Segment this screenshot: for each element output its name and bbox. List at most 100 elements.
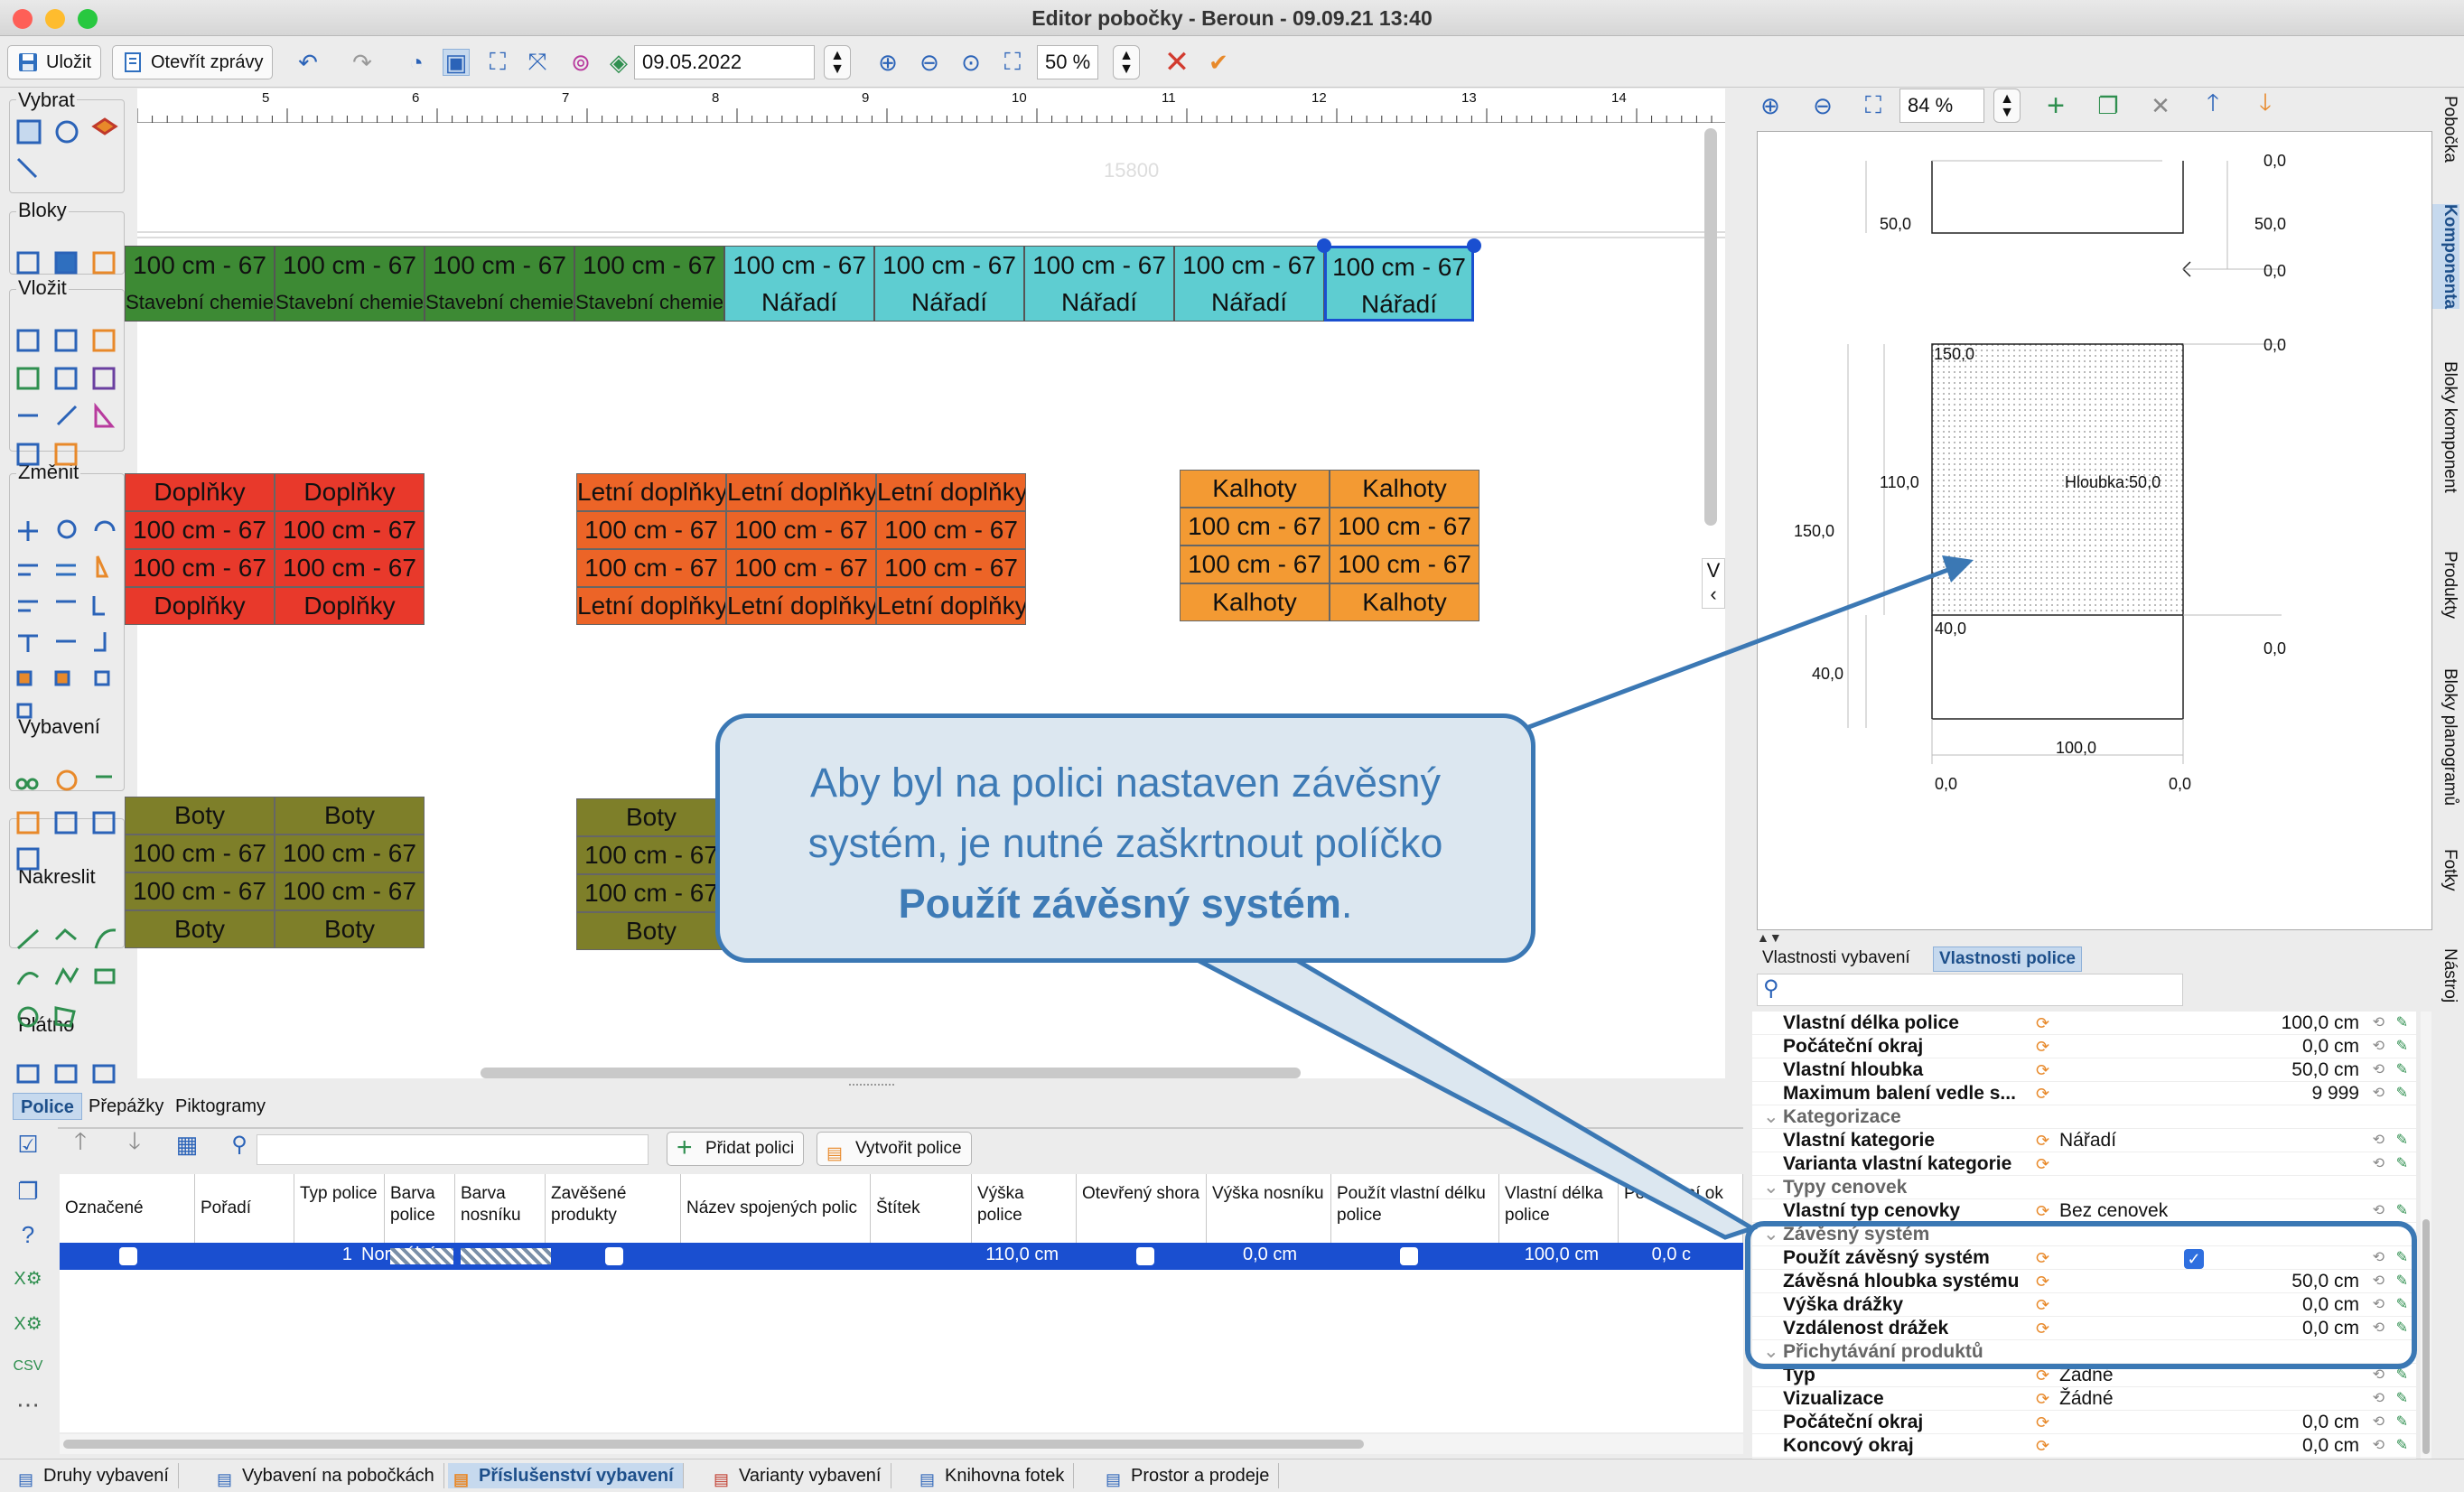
export-xls2-icon[interactable]: X⚙ xyxy=(14,1310,42,1337)
date-field[interactable]: 09.05.2022 xyxy=(634,45,815,79)
shelf-cell-chemie[interactable]: 100 cm - 67 Stavební chemie xyxy=(125,246,275,322)
default-icon[interactable]: ⟲ xyxy=(2373,1246,2385,1270)
shelf-cell-naradi[interactable]: 100 cm - 67 Nářadí xyxy=(1024,246,1174,322)
help-icon[interactable]: ? xyxy=(14,1221,42,1248)
reset-icon[interactable]: ⟳ xyxy=(2036,1411,2049,1434)
side-tab[interactable]: Bloky komponent xyxy=(2432,361,2459,493)
shelf-block-cell[interactable]: 100 cm - 67 xyxy=(1180,508,1330,546)
property-value[interactable]: Žádné xyxy=(2059,1364,2114,1387)
shelf-cell-naradi[interactable]: 100 cm - 67 Nářadí xyxy=(874,246,1024,322)
confirm-icon[interactable]: ✔ xyxy=(1205,49,1232,76)
pin-icon[interactable]: ✎ xyxy=(2396,1411,2408,1434)
property-category[interactable]: ⌄ Kategorizace xyxy=(1752,1105,2416,1129)
row-checkbox-own-length[interactable] xyxy=(1400,1247,1418,1265)
property-value[interactable]: 0,0 cm xyxy=(2302,1434,2359,1458)
shelf-block-cell[interactable]: Boty xyxy=(125,910,275,948)
property-row[interactable]: Vlastní hloubka ⟳ 50,0 cm ⟲ ✎ xyxy=(1752,1058,2416,1082)
shelf-block-cell[interactable]: Doplňky xyxy=(125,473,275,511)
default-icon[interactable]: ⟲ xyxy=(2373,1411,2385,1434)
reset-icon[interactable]: ⟳ xyxy=(2036,1293,2049,1317)
shelf-block-cell[interactable]: 100 cm - 67 xyxy=(125,872,275,910)
select-area-icon[interactable]: ⛶ xyxy=(484,48,511,76)
shelf-block-cell[interactable]: 100 cm - 67 xyxy=(275,872,425,910)
reset-icon[interactable]: ⟳ xyxy=(2036,1129,2049,1152)
connect-icon[interactable]: ⤧ xyxy=(524,48,551,76)
default-icon[interactable]: ⟲ xyxy=(2373,1129,2385,1152)
column-header[interactable]: Typ police xyxy=(294,1174,385,1243)
pin-icon[interactable]: ✎ xyxy=(2396,1199,2408,1223)
shelf-block-cell[interactable]: Boty xyxy=(576,798,726,836)
duplicate-icon[interactable]: ❐ xyxy=(2095,92,2122,119)
reset-icon[interactable]: ⟳ xyxy=(2036,1387,2049,1411)
camera-icon[interactable]: ⊚ xyxy=(567,49,594,76)
pin-icon[interactable]: ✎ xyxy=(2396,1317,2408,1340)
default-icon[interactable]: ⟲ xyxy=(2373,1293,2385,1317)
search-input[interactable] xyxy=(257,1134,649,1165)
selection-handle[interactable] xyxy=(1317,238,1331,253)
reset-icon[interactable]: ⟳ xyxy=(2036,1317,2049,1340)
measure-icon[interactable]: ◔ xyxy=(403,49,430,76)
property-row[interactable]: Vlastní délka police ⟳ 100,0 cm ⟲ ✎ xyxy=(1752,1012,2416,1035)
date-stepper[interactable]: ▲ ▼ xyxy=(824,45,851,79)
reset-icon[interactable]: ⟳ xyxy=(2036,1082,2049,1105)
preview-zoom-out-icon[interactable]: ⊖ xyxy=(1809,92,1836,119)
redo-icon[interactable]: ↷ xyxy=(349,49,376,76)
zoom-fit-icon[interactable]: ⊙ xyxy=(957,49,985,76)
column-header[interactable]: Výška nosníku xyxy=(1207,1174,1331,1243)
reset-icon[interactable]: ⟳ xyxy=(2036,1434,2049,1458)
reset-icon[interactable]: ⟳ xyxy=(2036,1270,2049,1293)
props-scrollbar[interactable] xyxy=(2422,1219,2430,1454)
beam-color-swatch[interactable] xyxy=(461,1248,551,1264)
bottom-tab[interactable]: ▤ Prostor a prodeje xyxy=(1100,1463,1280,1488)
shelf-block-cell[interactable]: 100 cm - 67 xyxy=(275,549,425,587)
property-row[interactable]: Maximum balení vedle s... ⟳ 9 999 ⟲ ✎ xyxy=(1752,1082,2416,1105)
props-search-input[interactable] xyxy=(1757,974,2183,1006)
shelf-block-cell[interactable]: 100 cm - 67 xyxy=(726,511,876,549)
property-row[interactable]: Typ ⟳ Žádné ⟲ ✎ xyxy=(1752,1364,2416,1387)
cancel-icon[interactable]: ✕ xyxy=(1163,45,1190,79)
shelf-cell-chemie[interactable]: 100 cm - 67 Stavební chemie xyxy=(574,246,724,322)
property-row[interactable]: Počáteční okraj ⟳ 0,0 cm ⟲ ✎ xyxy=(1752,1035,2416,1058)
tab-equipment-props[interactable]: Vlastnosti vybavení xyxy=(1757,946,1916,970)
shelf-block-cell[interactable]: 100 cm - 67 xyxy=(576,511,726,549)
row-checkbox-open[interactable] xyxy=(1136,1247,1154,1265)
add-shelf-button[interactable]: + Přidat polici xyxy=(667,1132,805,1166)
property-value[interactable]: 0,0 cm xyxy=(2302,1317,2359,1340)
shelf-color-swatch[interactable] xyxy=(390,1248,453,1264)
move-down-arrow-icon[interactable]: 🡓 xyxy=(2252,89,2279,119)
collapse-icon[interactable]: ⌄ xyxy=(1763,1176,1779,1199)
property-value[interactable]: 0,0 cm xyxy=(2302,1035,2359,1058)
table-settings-icon[interactable]: ▦ xyxy=(173,1131,201,1158)
default-icon[interactable]: ⟲ xyxy=(2373,1082,2385,1105)
property-value[interactable]: 50,0 cm xyxy=(2291,1270,2359,1293)
preview-splitter[interactable]: ▲▼ xyxy=(1757,930,2432,945)
default-icon[interactable]: ⟲ xyxy=(2373,1387,2385,1411)
property-category[interactable]: ⌄ Přichytávání produktů xyxy=(1752,1340,2416,1364)
pin-icon[interactable]: ✎ xyxy=(2396,1434,2408,1458)
property-value[interactable]: Žádné xyxy=(2059,1387,2114,1411)
side-tab[interactable]: Komponenta xyxy=(2432,204,2459,310)
use-hanging-system-checkbox[interactable]: ✓ xyxy=(2184,1249,2204,1269)
shelf-block-cell[interactable]: 100 cm - 67 xyxy=(275,835,425,872)
add-icon[interactable]: + xyxy=(2042,89,2069,123)
shelf-block-cell[interactable]: 100 cm - 67 xyxy=(125,835,275,872)
default-icon[interactable]: ⟲ xyxy=(2373,1035,2385,1058)
shelf-block-cell[interactable]: 100 cm - 67 xyxy=(125,511,275,549)
collapse-icon[interactable]: ⌄ xyxy=(1763,1223,1779,1246)
reset-icon[interactable]: ⟳ xyxy=(2036,1364,2049,1387)
default-icon[interactable]: ⟲ xyxy=(2373,1199,2385,1223)
tab-shelf-props[interactable]: Vlastnosti police xyxy=(1933,946,2082,972)
export-xls-icon[interactable]: X⚙ xyxy=(14,1264,42,1292)
property-category[interactable]: ⌄ Závěsný systém xyxy=(1752,1223,2416,1246)
shelf-cell-naradi[interactable]: 100 cm - 67 Nářadí xyxy=(1324,246,1474,322)
side-tab[interactable]: Pobočka xyxy=(2432,96,2459,163)
check-all-icon[interactable]: ☑ xyxy=(14,1131,42,1158)
layers-icon[interactable]: ◈ xyxy=(605,49,632,76)
shelf-block-cell[interactable]: Boty xyxy=(275,797,425,835)
property-value[interactable]: Nářadí xyxy=(2059,1129,2116,1152)
row-checkbox-hung[interactable] xyxy=(605,1247,623,1265)
pin-icon[interactable]: ✎ xyxy=(2396,1012,2408,1035)
shelf-cell-chemie[interactable]: 100 cm - 67 Stavební chemie xyxy=(275,246,425,322)
property-row[interactable]: Závěsná hloubka systému ⟳ 50,0 cm ⟲ ✎ xyxy=(1752,1270,2416,1293)
selection-handle[interactable] xyxy=(1467,238,1481,253)
